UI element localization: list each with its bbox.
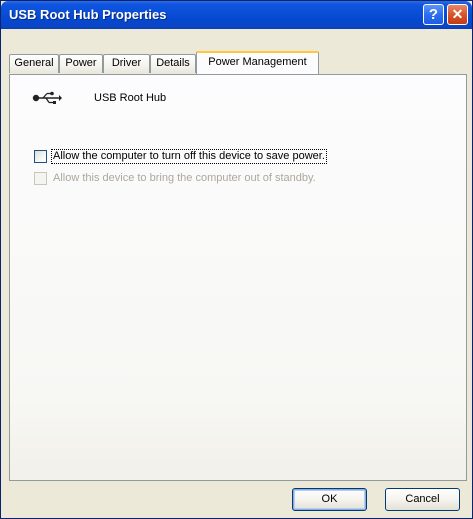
- allow-wake-label: Allow this device to bring the computer …: [53, 172, 316, 184]
- properties-dialog: USB Root Hub Properties ? ✕ General Powe…: [0, 0, 473, 519]
- help-button[interactable]: ?: [423, 4, 444, 25]
- tab-driver[interactable]: Driver: [103, 54, 150, 73]
- ok-button[interactable]: OK: [292, 488, 367, 511]
- title-bar[interactable]: USB Root Hub Properties ? ✕: [1, 1, 472, 29]
- tab-power-management[interactable]: Power Management: [196, 51, 319, 74]
- cancel-button[interactable]: Cancel: [385, 488, 460, 511]
- allow-wake-checkbox: [34, 172, 47, 185]
- window-title: USB Root Hub Properties: [9, 7, 167, 22]
- allow-turn-off-checkbox[interactable]: [34, 150, 47, 163]
- close-button[interactable]: ✕: [447, 4, 468, 25]
- tab-general[interactable]: General: [9, 54, 59, 73]
- tab-power[interactable]: Power: [59, 54, 103, 73]
- allow-turn-off-label[interactable]: Allow the computer to turn off this devi…: [51, 149, 327, 164]
- device-name: USB Root Hub: [94, 92, 167, 104]
- tab-details[interactable]: Details: [150, 54, 196, 73]
- usb-icon: [32, 91, 62, 105]
- tab-strip: General Power Driver Details Power Manag…: [9, 35, 469, 75]
- tab-panel: USB Root Hub Allow the computer to turn …: [9, 74, 467, 481]
